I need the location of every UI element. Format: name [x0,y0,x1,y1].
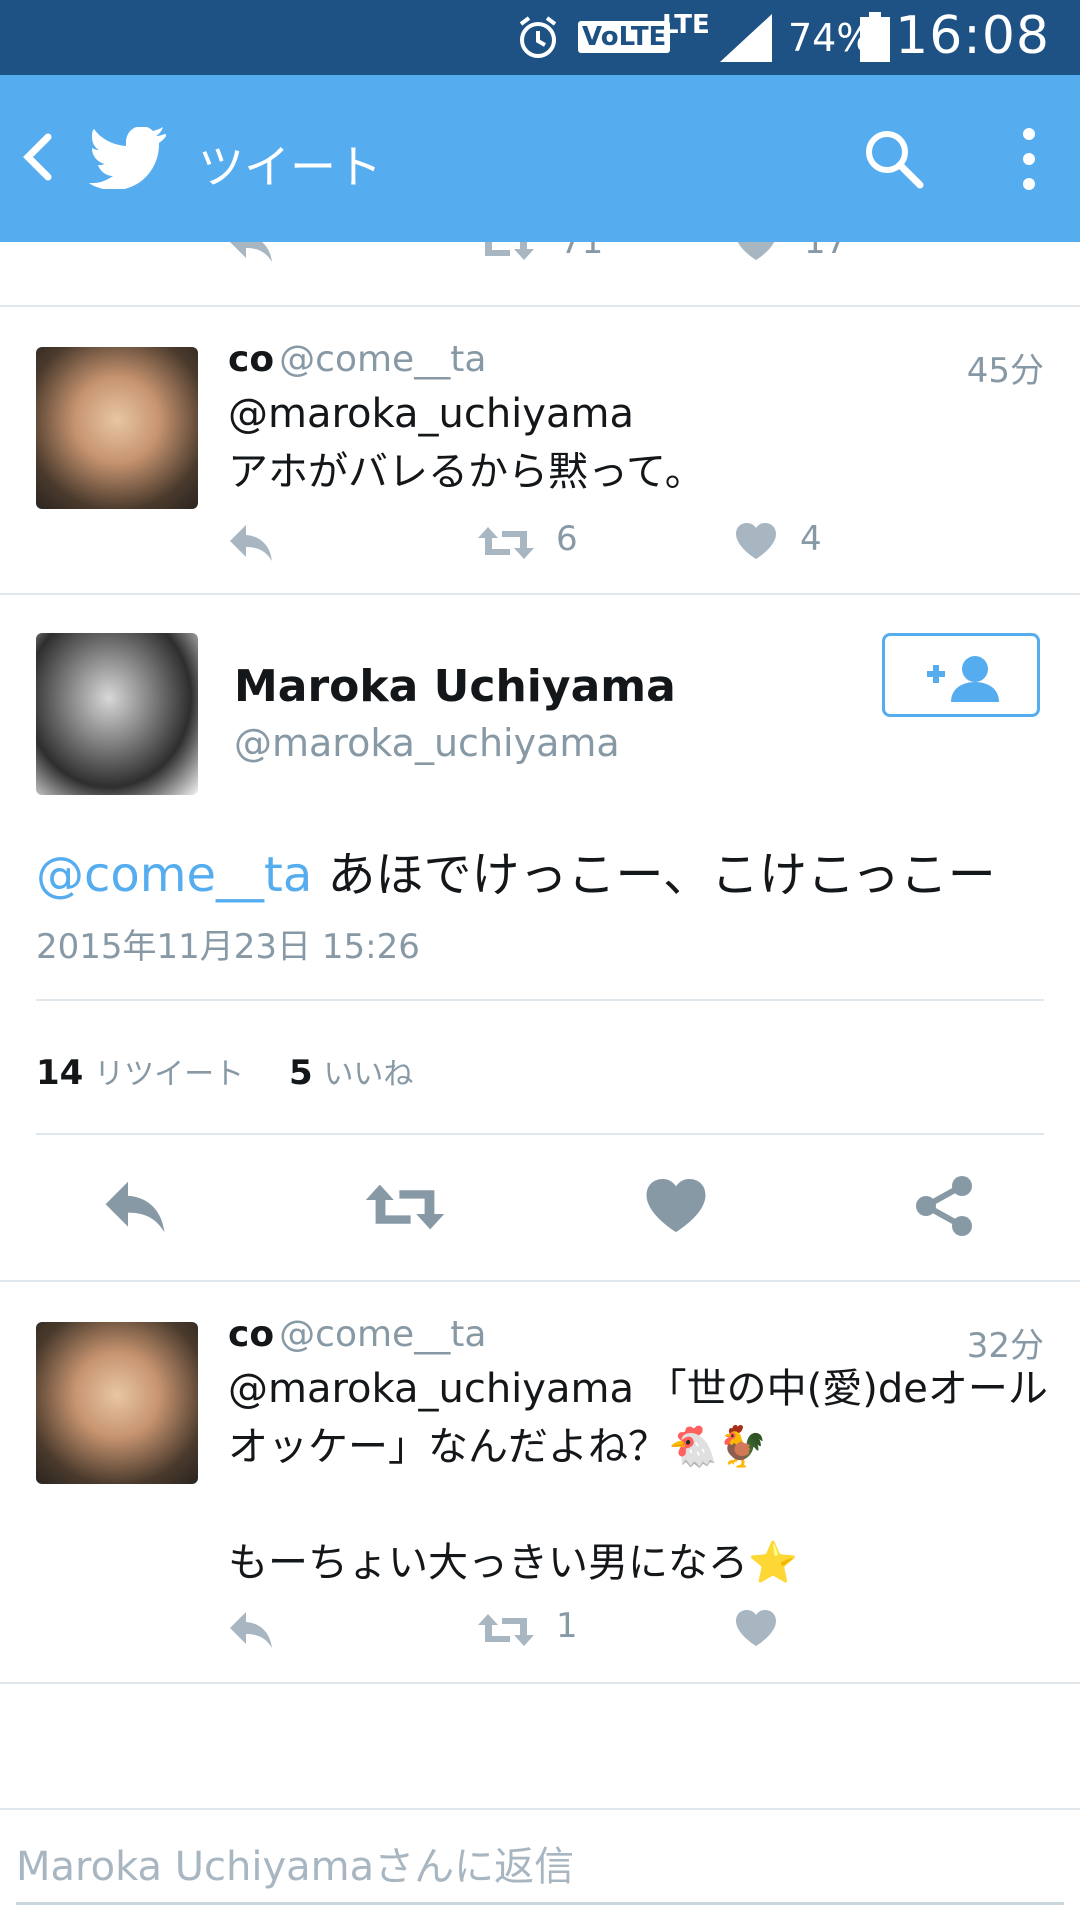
search-icon[interactable] [862,127,926,191]
like-icon[interactable] [736,523,776,561]
retweet-count: 1 [556,1606,578,1646]
avatar[interactable] [36,1322,198,1484]
signal-icon [720,14,772,62]
reply-icon[interactable] [228,523,274,563]
back-arrow-icon[interactable] [18,131,58,183]
status-bar: VoLTE LTE 74% 16:08 [0,0,1080,75]
page-title: ツイート [198,140,382,194]
divider [36,999,1044,1001]
retweet-count: 6 [556,519,578,559]
clock: 16:08 [895,6,1050,66]
mention-link[interactable]: @come__ta [36,847,312,903]
previous-tweet-actions: 71 17 [0,242,1080,272]
author-handle: @come__ta [279,1314,487,1355]
tweet-body: あほでけっこー、こけこっこー [312,847,996,903]
avatar[interactable] [36,633,198,795]
retweet-icon[interactable] [478,523,534,563]
retweet-count: 71 [560,242,604,262]
add-user-icon [927,656,999,702]
reply-tweet[interactable]: co @come__ta 45分 @maroka_uchiyama アホがバレる… [0,307,1080,593]
tweet-timestamp: 2015年11月23日 15:26 [36,927,420,967]
like-icon[interactable] [736,1610,776,1648]
author-name: co [228,339,275,380]
retweet-label[interactable]: リツイート [94,1057,244,1092]
volte-indicator: VoLTE [578,21,671,53]
author-handle: @maroka_uchiyama [234,721,620,765]
tweet-text: @maroka_uchiyama アホがバレるから黙って。 [228,391,705,495]
retweet-icon[interactable] [478,1610,534,1650]
alarm-icon [519,16,557,58]
twitter-bird-icon [89,127,166,189]
battery-icon [860,12,890,62]
like-icon[interactable] [736,242,776,262]
retweet-icon[interactable] [364,1179,446,1235]
lte-indicator: LTE [662,10,710,40]
follow-button[interactable] [882,633,1040,717]
reply-input-placeholder[interactable]: Maroka Uchiyamaさんに返信 [16,1834,574,1892]
author-name: co [228,1314,275,1355]
retweet-icon[interactable] [478,242,534,264]
divider [36,1133,1044,1135]
tweet-text: @come__ta あほでけっこー、こけこっこー [36,835,996,905]
reply-icon[interactable] [100,1179,170,1235]
tweet-text: @maroka_uchiyama 「世の中(愛)deオール オッケー」なんだよね… [228,1366,1048,1586]
avatar[interactable] [36,347,198,509]
divider [0,1682,1080,1684]
tweet-stats: 14 リツイート 5 いいね [36,1049,413,1093]
like-count: 4 [800,519,822,559]
reply-composer[interactable]: Maroka Uchiyamaさんに返信 [0,1808,1080,1922]
like-icon[interactable] [646,1179,706,1235]
focused-tweet: Maroka Uchiyama @maroka_uchiyama @come__… [0,595,1080,1280]
author-name: Maroka Uchiyama [234,661,676,712]
like-total: 5 [288,1053,313,1093]
share-icon[interactable] [914,1175,974,1237]
reply-icon[interactable] [228,1610,274,1650]
reply-tweet[interactable]: co @come__ta 32分 @maroka_uchiyama 「世の中(愛… [0,1282,1080,1682]
tweet-author: co @come__ta [228,339,486,380]
app-toolbar: ツイート [0,75,1080,242]
like-count: 17 [804,242,848,262]
retweet-total: 14 [36,1053,84,1093]
tweet-author: co @come__ta [228,1314,486,1355]
overflow-menu-icon[interactable] [1020,125,1038,193]
reply-icon[interactable] [228,242,274,264]
reply-input-underline [16,1902,1064,1905]
author-handle: @come__ta [279,339,487,380]
like-label[interactable]: いいね [323,1057,413,1092]
